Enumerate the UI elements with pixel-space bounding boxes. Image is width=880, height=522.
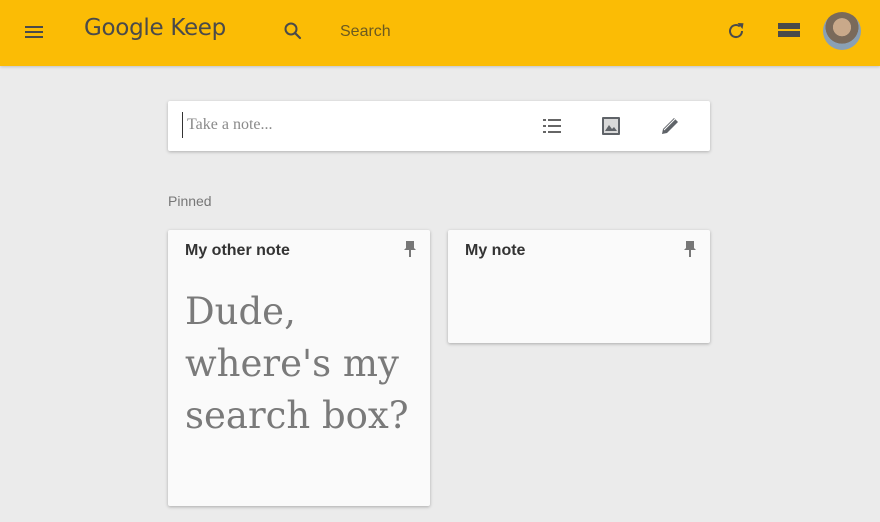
pin-icon[interactable] bbox=[402, 240, 418, 258]
note-title: My other note bbox=[185, 242, 290, 259]
take-note-input[interactable] bbox=[182, 112, 512, 138]
account-avatar[interactable] bbox=[823, 12, 861, 50]
menu-icon-line bbox=[25, 26, 43, 28]
refresh-icon[interactable] bbox=[724, 19, 748, 43]
pencil-icon[interactable] bbox=[658, 114, 682, 138]
list-view-icon[interactable] bbox=[776, 18, 802, 42]
main-menu-button[interactable] bbox=[22, 20, 48, 44]
search-input[interactable] bbox=[330, 18, 630, 46]
note-body: Dude, where's my search box? bbox=[185, 290, 409, 437]
top-app-bar: Google Keep bbox=[0, 0, 880, 66]
search-icon[interactable] bbox=[281, 19, 305, 43]
menu-icon-line bbox=[25, 36, 43, 38]
note-card[interactable]: My note bbox=[448, 230, 710, 343]
menu-icon-line bbox=[25, 31, 43, 33]
take-note-card bbox=[168, 101, 710, 151]
app-logo[interactable]: Google Keep bbox=[84, 15, 226, 41]
pinned-section-label: Pinned bbox=[168, 193, 212, 209]
image-icon[interactable] bbox=[599, 114, 623, 138]
note-title: My note bbox=[465, 242, 526, 259]
checklist-icon[interactable] bbox=[540, 114, 564, 138]
pin-icon[interactable] bbox=[682, 240, 698, 258]
note-card[interactable]: My other note Dude, where's my search bo… bbox=[168, 230, 430, 506]
